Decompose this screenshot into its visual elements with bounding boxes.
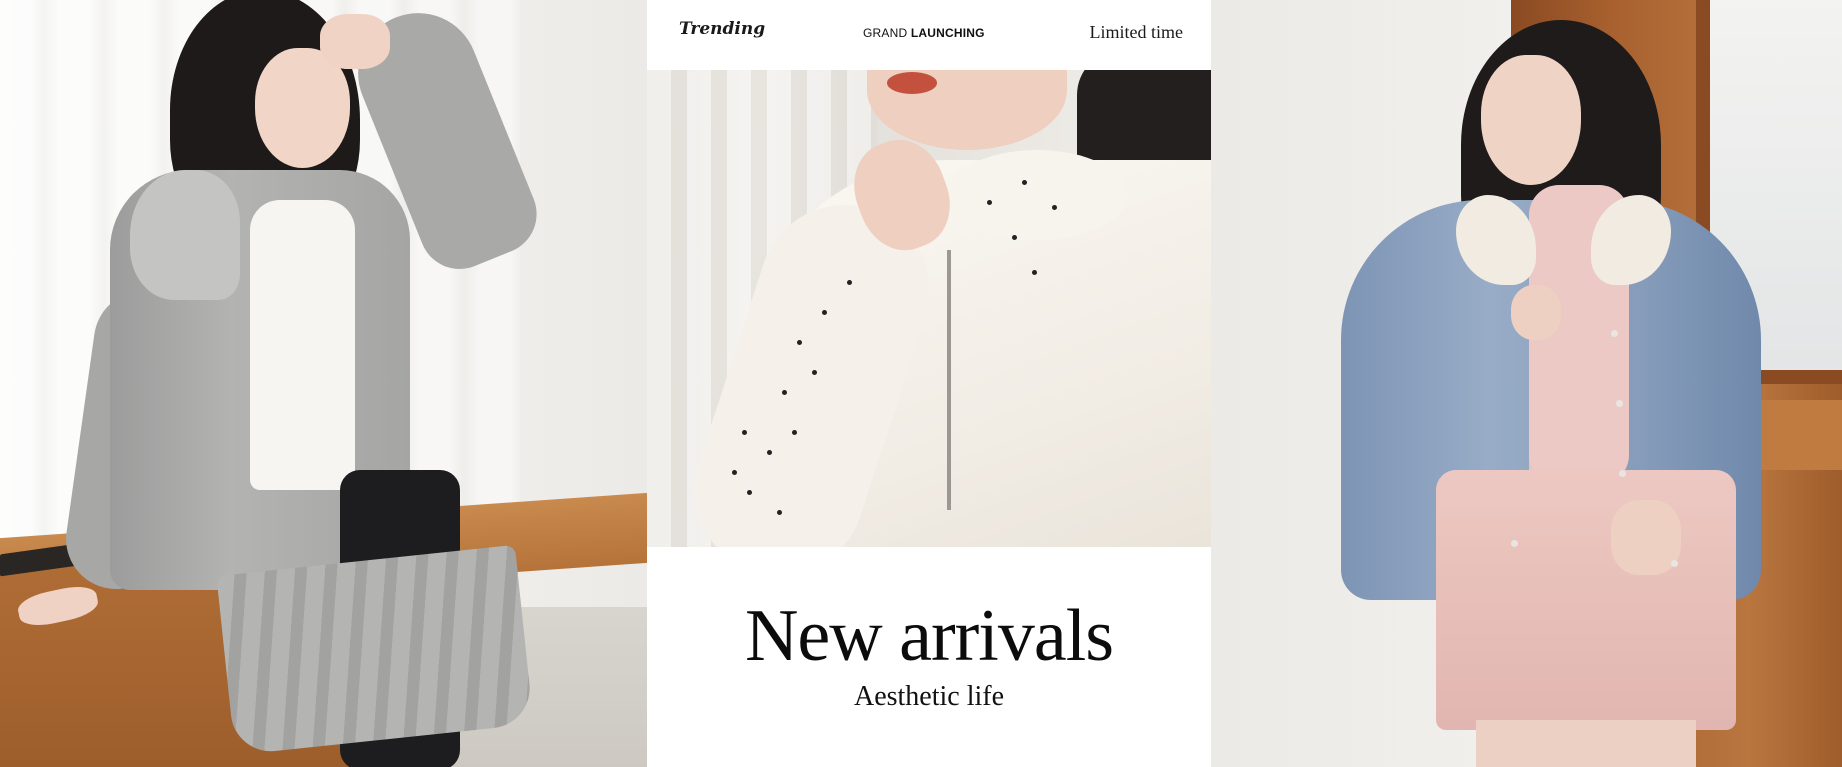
- polka-dot: [742, 430, 747, 435]
- jacket-button: [1511, 540, 1518, 547]
- headline: New arrivals: [744, 595, 1114, 677]
- model-hand: [320, 14, 390, 69]
- model-face: [1481, 55, 1581, 185]
- jacket-button: [1671, 560, 1678, 567]
- headline-area: New arrivals Aesthetic life: [647, 547, 1211, 767]
- jacket-button: [1619, 470, 1626, 477]
- jacket-button: [1616, 400, 1623, 407]
- product-closeup-photo[interactable]: [647, 70, 1211, 547]
- polka-dot: [782, 390, 787, 395]
- model-photo-left[interactable]: [0, 0, 647, 767]
- polka-dot: [792, 430, 797, 435]
- white-henley-top: [250, 200, 355, 490]
- limited-time-label: Limited time: [1089, 22, 1183, 42]
- sweater-collar: [947, 150, 1127, 240]
- ruffle-hem: [216, 544, 534, 756]
- zipper-pull: [947, 250, 951, 510]
- polka-dot: [797, 340, 802, 345]
- polka-dot: [987, 200, 992, 205]
- polka-dot: [1022, 180, 1027, 185]
- polka-dot: [777, 510, 782, 515]
- hoodie-hood: [130, 170, 240, 300]
- polka-dot: [847, 280, 852, 285]
- model-lips: [887, 72, 937, 94]
- top-bar: Trending GRAND LAUNCHING Limited time: [647, 0, 1211, 70]
- jacket-button: [1611, 330, 1618, 337]
- polka-dot: [767, 450, 772, 455]
- grand-launching-label: GRAND LAUNCHING: [863, 26, 985, 40]
- model-photo-right[interactable]: [1211, 0, 1842, 767]
- polka-dot: [747, 490, 752, 495]
- launching-text: LAUNCHING: [910, 26, 985, 40]
- polka-dot: [732, 470, 737, 475]
- subheadline: Aesthetic life: [853, 681, 1005, 712]
- model-hand-chest: [1511, 285, 1561, 340]
- polka-dot: [822, 310, 827, 315]
- center-panel: Trending GRAND LAUNCHING Limited time Ne…: [647, 0, 1211, 767]
- polka-dot: [1012, 235, 1017, 240]
- pink-skirt: [1436, 470, 1736, 730]
- promo-banner[interactable]: Trending GRAND LAUNCHING Limited time Ne…: [0, 0, 1842, 767]
- model-legs: [1476, 720, 1696, 767]
- polka-dot: [1032, 270, 1037, 275]
- polka-dot: [812, 370, 817, 375]
- grand-text: GRAND: [863, 26, 911, 40]
- polka-dot: [1052, 205, 1057, 210]
- trending-label: Trending: [679, 19, 766, 39]
